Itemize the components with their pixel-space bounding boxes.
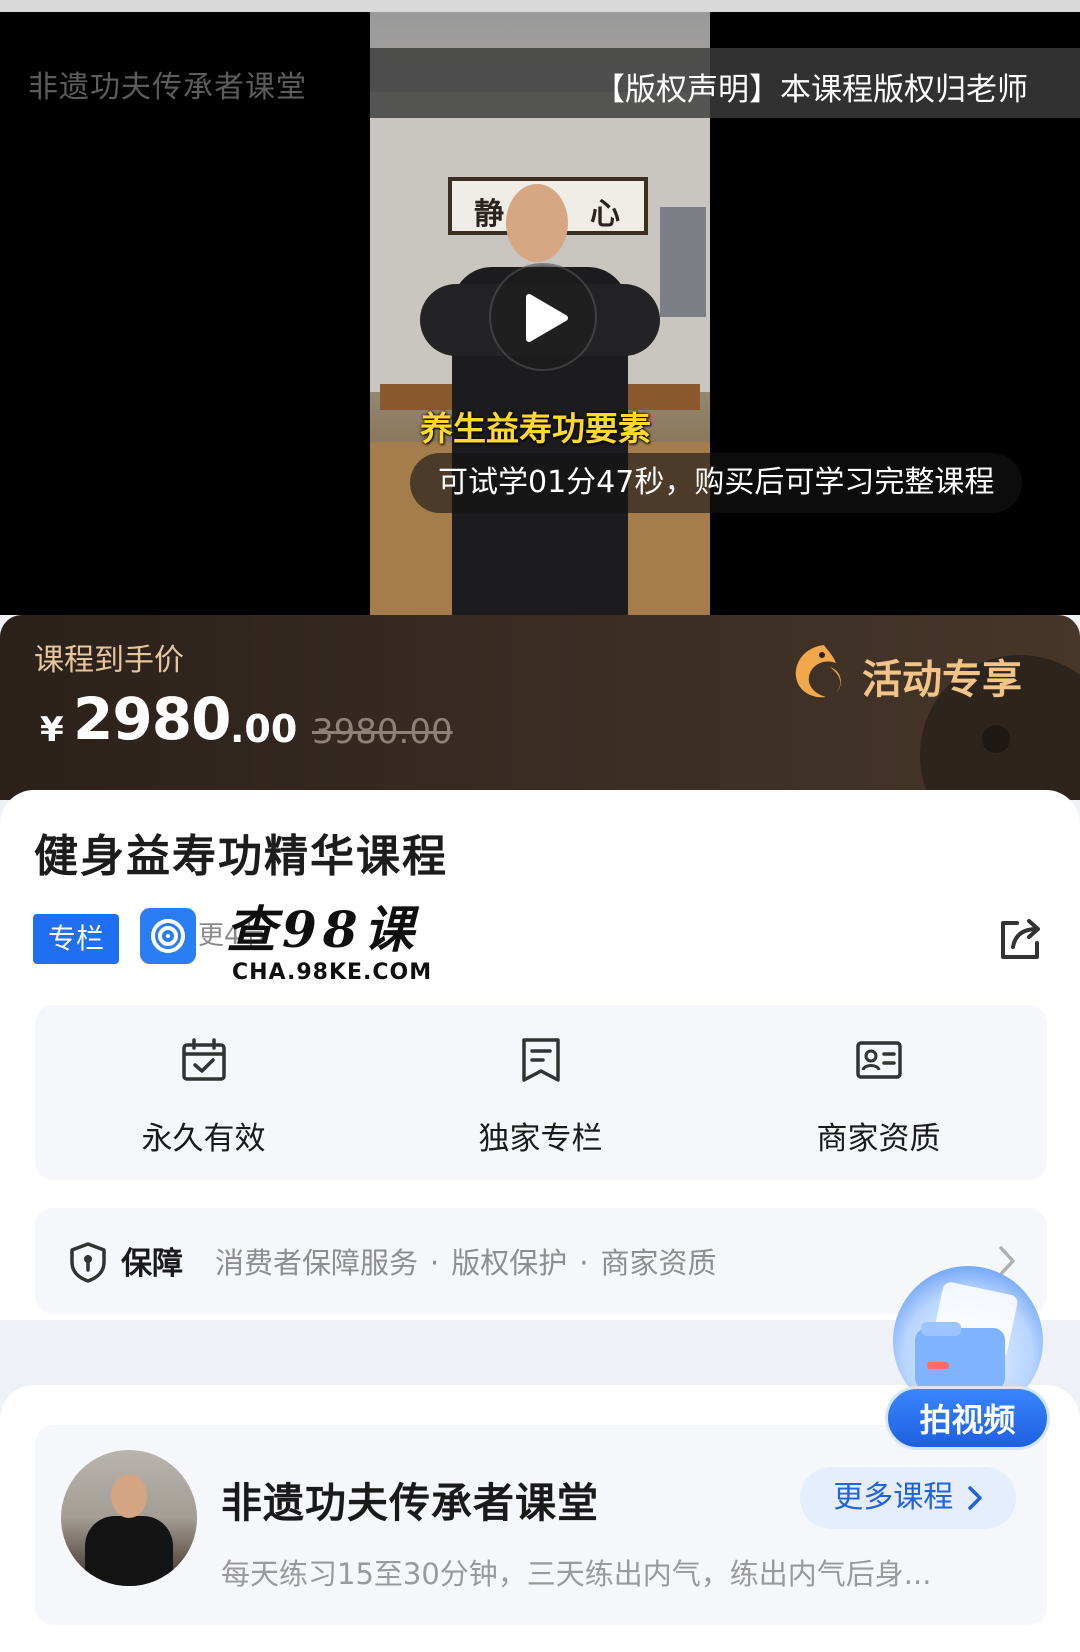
guarantee-item: 商家资质	[600, 1246, 717, 1280]
feature-permanent[interactable]: 永久有效	[35, 1005, 372, 1180]
guarantee-title: 保障	[121, 1246, 183, 1282]
guarantee-item: 版权保护	[451, 1246, 568, 1280]
separator: ·	[579, 1246, 589, 1280]
record-video-fab[interactable]: 拍视频	[885, 1258, 1055, 1458]
price-amount: 2980	[73, 685, 231, 753]
banner-decoration-dot	[982, 725, 1010, 753]
shield-icon	[70, 1242, 106, 1283]
watermark-small: CHA.98KE.COM	[232, 960, 433, 985]
flame-logo-icon	[795, 645, 841, 698]
guarantee-item: 消费者保障服务	[215, 1246, 419, 1280]
share-button[interactable]	[995, 915, 1045, 965]
status-strip	[0, 0, 1080, 12]
fab-label: 拍视频	[885, 1386, 1050, 1450]
wall-pictures	[660, 207, 706, 317]
share-icon	[1001, 919, 1040, 959]
bookmark-doc-icon	[521, 1038, 560, 1082]
copyright-banner: 【版权声明】本课程版权归老师	[370, 48, 1080, 118]
update-icon	[140, 908, 196, 964]
teacher-name: 非遗功夫传承者课堂	[221, 1479, 599, 1527]
original-price: 3980.00	[312, 712, 453, 752]
feature-label: 永久有效	[141, 1121, 266, 1157]
column-tag: 专栏	[33, 914, 119, 964]
feature-label: 商家资质	[816, 1121, 941, 1157]
price-banner: 课程到手价 ¥ 2980 .00 3980.00 活动专享	[0, 615, 1080, 800]
play-icon	[526, 294, 568, 342]
avatar-head	[111, 1474, 147, 1518]
feature-label: 独家专栏	[478, 1121, 603, 1157]
instructor-head	[506, 184, 568, 262]
price-cents: .00	[230, 707, 298, 751]
video-player[interactable]: 非遗功夫传承者课堂 静 心 【版权声明】本课程版权归老师 养生益寿功要素 可试学…	[0, 0, 1080, 615]
guarantee-items: 消费者保障服务 · 版权保护 · 商家资质	[215, 1240, 716, 1282]
play-button[interactable]	[489, 263, 597, 371]
trial-tip: 可试学01分47秒，购买后可学习完整课程	[410, 453, 1023, 513]
id-card-icon	[855, 1041, 902, 1079]
more-courses-button[interactable]: 更多课程	[800, 1467, 1016, 1529]
promo-label: 活动专享	[862, 657, 1022, 703]
separator: ·	[430, 1246, 440, 1280]
course-info-card: 健身益寿功精华课程 专栏 更4节 查98课 CHA.98KE.COM 永久有效 …	[0, 790, 1080, 1320]
calligraphy-char-1: 静	[474, 197, 504, 232]
calligraphy-char-2: 心	[590, 197, 620, 232]
feature-strip: 永久有效 独家专栏 商家资质	[35, 1005, 1047, 1180]
feature-merchant[interactable]: 商家资质	[710, 1005, 1047, 1180]
copyright-text: 【版权声明】本课程版权归老师	[594, 72, 1028, 108]
video-subtitle: 养生益寿功要素	[420, 409, 651, 448]
chevron-right-icon	[968, 1486, 982, 1510]
feature-exclusive[interactable]: 独家专栏	[372, 1005, 709, 1180]
course-title: 健身益寿功精华课程	[34, 831, 448, 882]
currency-symbol: ¥	[40, 710, 64, 750]
avatar[interactable]	[61, 1450, 197, 1586]
channel-watermark: 非遗功夫传承者课堂	[28, 70, 307, 105]
price-label: 课程到手价	[34, 643, 184, 678]
more-courses-label: 更多课程	[833, 1480, 954, 1515]
teacher-description: 每天练习15至30分钟，三天练出内气，练出内气后身...	[221, 1557, 932, 1591]
watermark-big: 查98课	[226, 900, 420, 959]
calendar-check-icon	[181, 1038, 226, 1081]
avatar-body	[85, 1516, 173, 1586]
